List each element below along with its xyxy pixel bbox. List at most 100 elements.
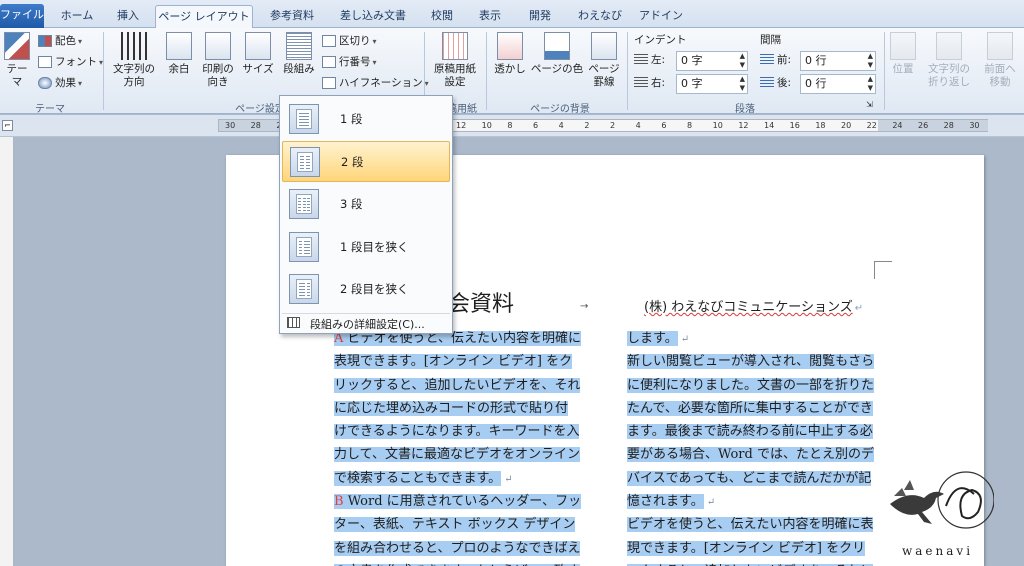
line-numbers-button[interactable]: 行番号 ▾ [322, 53, 377, 71]
text-direction-icon [121, 32, 147, 60]
tab-addins[interactable]: アドイン [636, 5, 686, 28]
columns-button[interactable]: 段組み [279, 32, 319, 96]
spacing-after-icon [760, 77, 774, 89]
columns-option-one[interactable]: 1 段 [282, 99, 450, 140]
page-color-button[interactable]: ページの色 [530, 32, 584, 96]
column-2[interactable]: します。 ↵ 新しい閲覧ビューが導入され、閲覧もさらに便利になりました。文書の一部を… [627, 327, 875, 566]
text-line[interactable]: の文書を作成できます。たとえば、一致す [334, 560, 581, 566]
position-button[interactable]: 位置 [888, 32, 918, 96]
text-line[interactable]: 力して、文書に最適なビデオをオンライン [334, 443, 581, 466]
theme-fonts-button[interactable]: フォント ▾ [38, 53, 103, 71]
text-line[interactable]: 要がある場合、Word では、たとえ別のデ [627, 443, 874, 466]
company-name[interactable]: (株) わえなびコミュニケーションズ ↵ [644, 296, 863, 315]
tab-insert[interactable]: 挿入 [108, 5, 148, 28]
tab-page-layout[interactable]: ページ レイアウト [155, 5, 253, 29]
orientation-icon [205, 32, 231, 60]
indent-right-value: 0 字 [681, 77, 703, 90]
manuscript-settings-button[interactable]: 原稿用紙 設定 [428, 32, 482, 96]
breaks-icon [322, 35, 336, 47]
selected-text: バイスであっても、どこまで読んだかが記 [627, 470, 872, 486]
text-line[interactable]: 新しい閲覧ビューが導入され、閲覧もさら [627, 350, 875, 373]
theme-effects-label: 効果 [55, 77, 76, 89]
tab-file[interactable]: ファイル [0, 4, 44, 28]
tab-waenavi[interactable]: わえなび [574, 5, 626, 28]
columns-option-three[interactable]: 3 段 [282, 184, 450, 225]
columns-option-two[interactable]: 2 段 [282, 141, 450, 182]
theme-effects-button[interactable]: 効果 ▾ [38, 74, 82, 92]
ruler-number: 22 [866, 121, 877, 130]
paragraph-dialog-launcher-icon[interactable]: ⇲ [866, 96, 873, 114]
ruler-number: 10 [712, 121, 723, 130]
spacing-after-value: 0 行 [805, 77, 827, 90]
column-1[interactable]: A ビデオを使うと、伝えたい内容を明確に 表現できます。[オンライン ビデオ] を… [334, 327, 582, 566]
themes-button[interactable]: テーマ [2, 32, 32, 96]
margins-button[interactable]: 余白 [162, 32, 196, 96]
indent-heading: インデント [634, 34, 687, 46]
paragraph-mark-icon: ↵ [854, 303, 864, 314]
effects-icon [38, 77, 52, 89]
selected-text: 新しい閲覧ビューが導入され、閲覧もさら [627, 354, 875, 370]
breaks-button[interactable]: 区切り ▾ [322, 32, 377, 50]
text-line[interactable]: に応じた埋め込みコードの形式で貼り付 [334, 397, 581, 420]
text-line[interactable]: リックすると、追加したいビデオを、それ [334, 374, 581, 397]
page-borders-button[interactable]: ページ 罫線 [586, 32, 622, 96]
text-line[interactable]: B Word に用意されているヘッダー、フッ [334, 490, 582, 513]
bring-forward-button[interactable]: 前面へ 移動 [978, 32, 1022, 96]
text-line[interactable]: バイスであっても、どこまで読んだかが記 [627, 467, 874, 490]
text-line[interactable]: ター、表紙、テキスト ボックス デザイン [334, 513, 581, 536]
margins-label: 余白 [168, 63, 190, 75]
watermark-button[interactable]: 透かし [490, 32, 530, 96]
hyphenation-button[interactable]: ハイフネーション ▾ [322, 74, 429, 92]
ruler-number: 8 [507, 121, 513, 130]
text-line[interactable]: 憶されます。 ↵ [627, 490, 874, 513]
hyphenation-icon [322, 77, 336, 89]
group-separator [884, 32, 885, 110]
spacing-heading: 間隔 [760, 34, 781, 46]
text-line[interactable]: に便利になりました。文書の一部を折りた [627, 374, 875, 397]
theme-colors-button[interactable]: 配色 ▾ [38, 32, 82, 50]
columns-icon [286, 32, 312, 60]
text-line[interactable]: で検索することもできます。 ↵ [334, 467, 581, 490]
spacing-before-spinner[interactable]: 0 行 ▲ ▼ [800, 51, 876, 71]
spin-arrows-icon[interactable]: ▲ ▼ [868, 52, 873, 70]
ruler-number: 8 [687, 121, 693, 130]
size-button[interactable]: サイズ [240, 32, 276, 96]
indent-right-icon [634, 77, 648, 89]
tab-view[interactable]: 表示 [472, 5, 508, 28]
more-columns-label: 段組みの詳細設定(C)... [310, 318, 425, 331]
spin-arrows-icon[interactable]: ▲ ▼ [868, 75, 873, 93]
tab-mailings[interactable]: 差し込み文書 [334, 5, 412, 28]
text-line[interactable]: 現できます。[オンライン ビデオ] をクリ [627, 537, 874, 560]
text-line[interactable]: ます。最後まで読み終わる前に中止する必 [627, 420, 874, 443]
text-line[interactable]: けできるようになります。キーワードを入 [334, 420, 581, 443]
position-label: 位置 [892, 63, 914, 75]
text-line[interactable]: ックすると、追加したいビデオを、それに [627, 560, 874, 566]
text-line[interactable]: します。 ↵ [627, 327, 874, 350]
orientation-button[interactable]: 印刷の 向き [198, 32, 238, 96]
tab-developer[interactable]: 開発 [522, 5, 558, 28]
watermark-label: 透かし [494, 63, 526, 75]
text-line[interactable]: たんで、必要な箇所に集中することができ [627, 397, 874, 420]
tab-review[interactable]: 校閲 [424, 5, 460, 28]
ruler-number: 4 [558, 121, 564, 130]
indent-right-label: 右: [634, 74, 665, 92]
text-line[interactable]: ビデオを使うと、伝えたい内容を明確に表 [627, 513, 874, 536]
more-columns-option[interactable]: 段組みの詳細設定(C)... [282, 313, 450, 331]
columns-option-right[interactable]: 2 段目を狭く [282, 269, 450, 310]
spin-arrows-icon[interactable]: ▲ ▼ [740, 75, 745, 93]
columns-option-label: 1 段目を狭く [340, 240, 409, 254]
columns-option-left[interactable]: 1 段目を狭く [282, 227, 450, 268]
text-line[interactable]: 表現できます。[オンライン ビデオ] をク [334, 350, 581, 373]
tab-home[interactable]: ホーム [54, 5, 100, 28]
wrap-text-button[interactable]: 文字列の 折り返し [924, 32, 974, 96]
indent-left-spinner[interactable]: 0 字 ▲ ▼ [676, 51, 748, 71]
text-line[interactable]: を組み合わせると、プロのようなできばえ [334, 537, 581, 560]
text-direction-button[interactable]: 文字列の 方向 [108, 32, 160, 96]
indent-right-spinner[interactable]: 0 字 ▲ ▼ [676, 74, 748, 94]
spin-arrows-icon[interactable]: ▲ ▼ [740, 52, 745, 70]
tab-selector-icon[interactable]: ⌐ [2, 120, 13, 131]
selected-text: ビデオを使うと、伝えたい内容を明確に表 [627, 517, 874, 533]
vertical-ruler[interactable] [0, 137, 14, 566]
tab-references[interactable]: 参考資料 [262, 5, 322, 28]
spacing-after-spinner[interactable]: 0 行 ▲ ▼ [800, 74, 876, 94]
